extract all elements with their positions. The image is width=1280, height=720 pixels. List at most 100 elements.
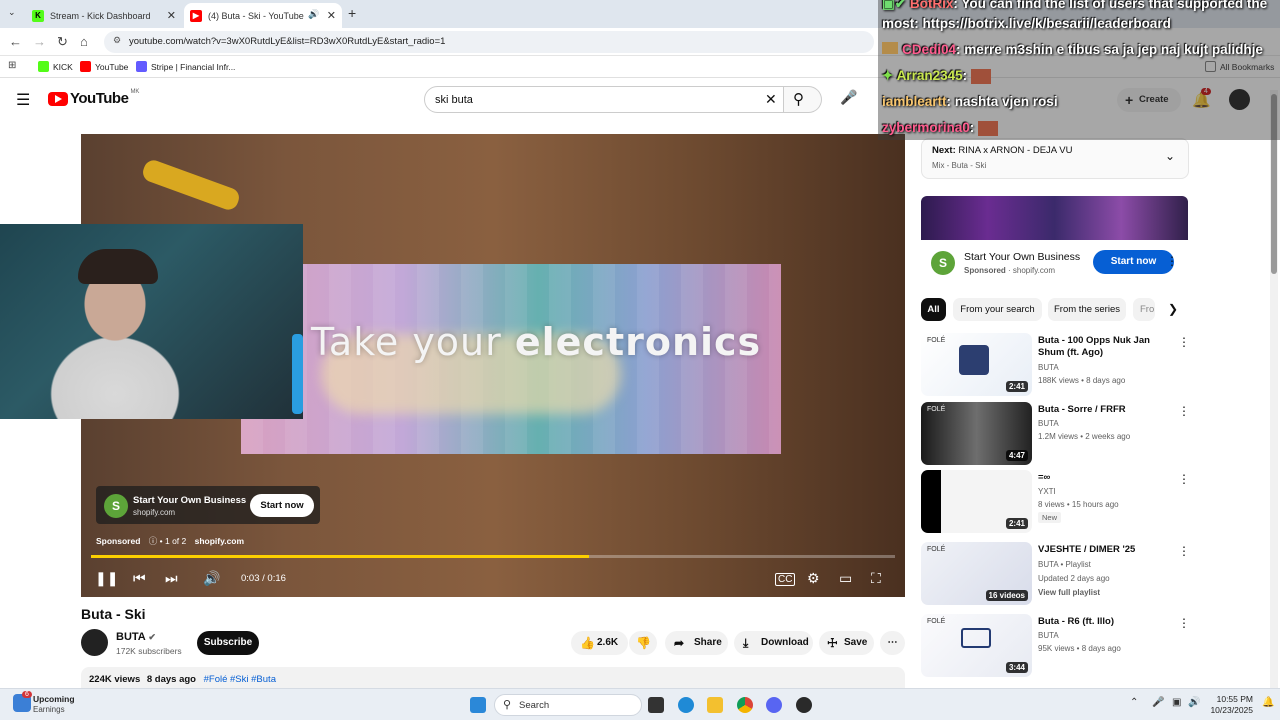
file-explorer-icon[interactable] [707,697,723,713]
url-field[interactable]: ⚙ youtube.com/watch?v=3wX0RutdLyE&list=R… [104,31,874,53]
home-icon[interactable]: ⌂ [80,34,88,49]
dislike-button[interactable]: 👎 [629,631,657,655]
site-info-icon[interactable]: ⚙ [113,35,121,46]
network-icon[interactable]: ▣ [1172,697,1181,708]
tab-kick-dashboard[interactable]: K Stream - Kick Dashboard ✕ [26,3,182,28]
video-more-icon[interactable]: ⋮ [1178,335,1190,349]
like-button[interactable]: 👍 2.6K [571,631,628,655]
close-tab-icon[interactable]: ✕ [167,9,176,22]
close-tab-icon[interactable]: ✕ [327,9,336,22]
edge-icon[interactable] [678,697,694,713]
video-thumbnail[interactable]: 2:41 [921,470,1032,533]
video-title: Buta - Sorre / FRFR [1038,404,1126,415]
more-actions-icon[interactable]: ⋯ [880,631,905,655]
sidebar-ad-banner[interactable] [921,196,1188,240]
captions-icon[interactable]: CC [775,573,796,586]
video-more-icon[interactable]: ⋮ [1178,404,1190,418]
clock-time[interactable]: 10:55 PM [1211,694,1253,704]
video-thumbnail[interactable]: FOLÉ 16 videos [921,542,1032,605]
task-view-icon[interactable] [648,697,664,713]
progress-bar[interactable] [91,555,895,558]
video-thumbnail[interactable]: FOLÉ 2:41 [921,333,1032,396]
bookmark-kick[interactable]: KICK [38,61,73,72]
back-icon[interactable]: ← [9,34,22,49]
taskbar-search-label: Search [519,700,550,711]
share-button[interactable]: ➦ Share [665,631,728,655]
ad-start-now-button[interactable]: Start now [250,494,314,517]
microphone-icon[interactable]: 🎤 [1152,697,1164,708]
chrome-icon[interactable] [737,697,753,713]
tab-list-chevron-icon[interactable]: ⌄ [8,7,16,18]
video-thumbnail[interactable]: FOLÉ 4:47 [921,402,1032,465]
chip-from-the-series[interactable]: From the series [1048,298,1126,321]
pause-icon[interactable]: ❚❚ [95,570,118,587]
taskbar-search[interactable]: ⚲ Search [494,694,642,716]
channel-avatar[interactable] [81,629,108,656]
windows-start-icon[interactable] [470,697,486,713]
country-code: MK [130,88,140,95]
sidebar-ad[interactable]: S Start Your Own Business Sponsored · sh… [921,240,1188,286]
up-next-mix-panel[interactable]: Next: RINA x ARNON - DEJA VU Mix - Buta … [921,138,1189,179]
view-playlist-link[interactable]: View full playlist [1038,588,1100,597]
apps-grid-icon[interactable]: ⊞ [8,60,16,71]
audio-playing-icon[interactable]: 🔊 [308,9,319,20]
download-button[interactable]: ⤓ Download [734,631,813,655]
list-item[interactable]: FOLÉ 3:44 Buta - R6 (ft. Illo) BUTA 95K … [921,614,1190,678]
list-item[interactable]: FOLÉ 16 videos VJESHTE / DIMER '25 BUTA … [921,542,1190,606]
channel-name[interactable]: BUTA ✔ [116,631,156,643]
reload-icon[interactable]: ↻ [57,34,68,50]
settings-gear-icon[interactable]: ⚙ [807,570,820,587]
volume-icon[interactable]: 🔊 [203,570,220,587]
video-more-icon[interactable]: ⋮ [1178,544,1190,558]
hashtags[interactable]: #Folé #Ski #Buta [204,674,276,685]
thumbnail-figure [959,345,989,375]
chips-next-chevron-icon[interactable]: ❯ [1168,302,1178,316]
list-item[interactable]: 2:41 =∞ YXTI 8 views • 15 hours ago New … [921,470,1190,534]
video-more-icon[interactable]: ⋮ [1178,472,1190,486]
video-more-icon[interactable]: ⋮ [1178,616,1190,630]
list-item[interactable]: FOLÉ 4:47 Buta - Sorre / FRFR BUTA 1.2M … [921,402,1190,466]
obs-icon[interactable] [796,697,812,713]
bookmark-youtube[interactable]: YouTube [80,61,128,72]
discord-icon[interactable] [766,697,782,713]
chip-all[interactable]: All [921,298,946,321]
sidebar-ad-start-now-button[interactable]: Start now [1093,250,1174,274]
search-input[interactable]: ski buta ✕ [424,86,784,113]
clear-search-icon[interactable]: ✕ [765,91,777,108]
tab-youtube[interactable]: ▶ (4) Buta - Ski - YouTube 🔊 ✕ [184,3,342,28]
video-meta: 8 views • 15 hours ago [1038,500,1119,509]
youtube-logo[interactable]: YouTube MK [48,88,140,107]
video-thumbnail[interactable]: FOLÉ 3:44 [921,614,1032,677]
list-item[interactable]: FOLÉ 2:41 Buta - 100 Opps Nuk Jan Shum (… [921,333,1190,397]
chat-text: most: https://botrix.live/k/besarii/lead… [882,16,1171,31]
previous-icon[interactable]: ⏮ [133,570,146,587]
subscribe-button[interactable]: Subscribe [197,631,259,655]
video-ad-card[interactable]: S Start Your Own Business shopify.com St… [96,486,320,524]
sponsored-count[interactable]: ⓘ • 1 of 2 [149,536,186,546]
theater-mode-icon[interactable]: ▭ [839,570,852,587]
weather-widget-icon[interactable]: 6 [13,691,32,712]
notifications-bell-icon[interactable]: 🔔 [1262,697,1274,708]
forward-icon[interactable]: → [33,34,46,49]
menu-icon[interactable]: ☰ [16,90,30,110]
next-icon[interactable]: ⏭ [165,570,178,587]
show-hidden-icons-icon[interactable]: ⌃ [1130,697,1138,708]
video-overlay-text: Take your electronics [311,320,761,364]
voice-search-icon[interactable]: 🎤 [840,89,857,109]
clock-date[interactable]: 10/23/2025 [1203,705,1253,715]
new-badge: New [1038,512,1062,523]
fullscreen-icon[interactable]: ⛶ [871,570,881,587]
ad-more-icon[interactable]: ⋮ [1166,254,1178,268]
search-button[interactable]: ⚲ [784,86,822,113]
duration-badge: 2:41 [1005,518,1028,529]
bookmark-stripe[interactable]: Stripe | Financial Infr... [136,61,235,72]
save-button[interactable]: ☩ Save [819,631,874,655]
chip-partial[interactable]: Fro [1133,298,1155,321]
new-tab-icon[interactable]: + [348,5,356,21]
chip-from-your-search[interactable]: From your search [953,298,1042,321]
sponsored-domain[interactable]: shopify.com [195,536,244,546]
speaker-icon[interactable]: 🔊 [1188,697,1200,708]
expand-chevron-icon[interactable]: ⌄ [1165,149,1175,163]
like-count: 2.6K [597,637,619,648]
page-scrollbar[interactable] [1270,90,1278,688]
